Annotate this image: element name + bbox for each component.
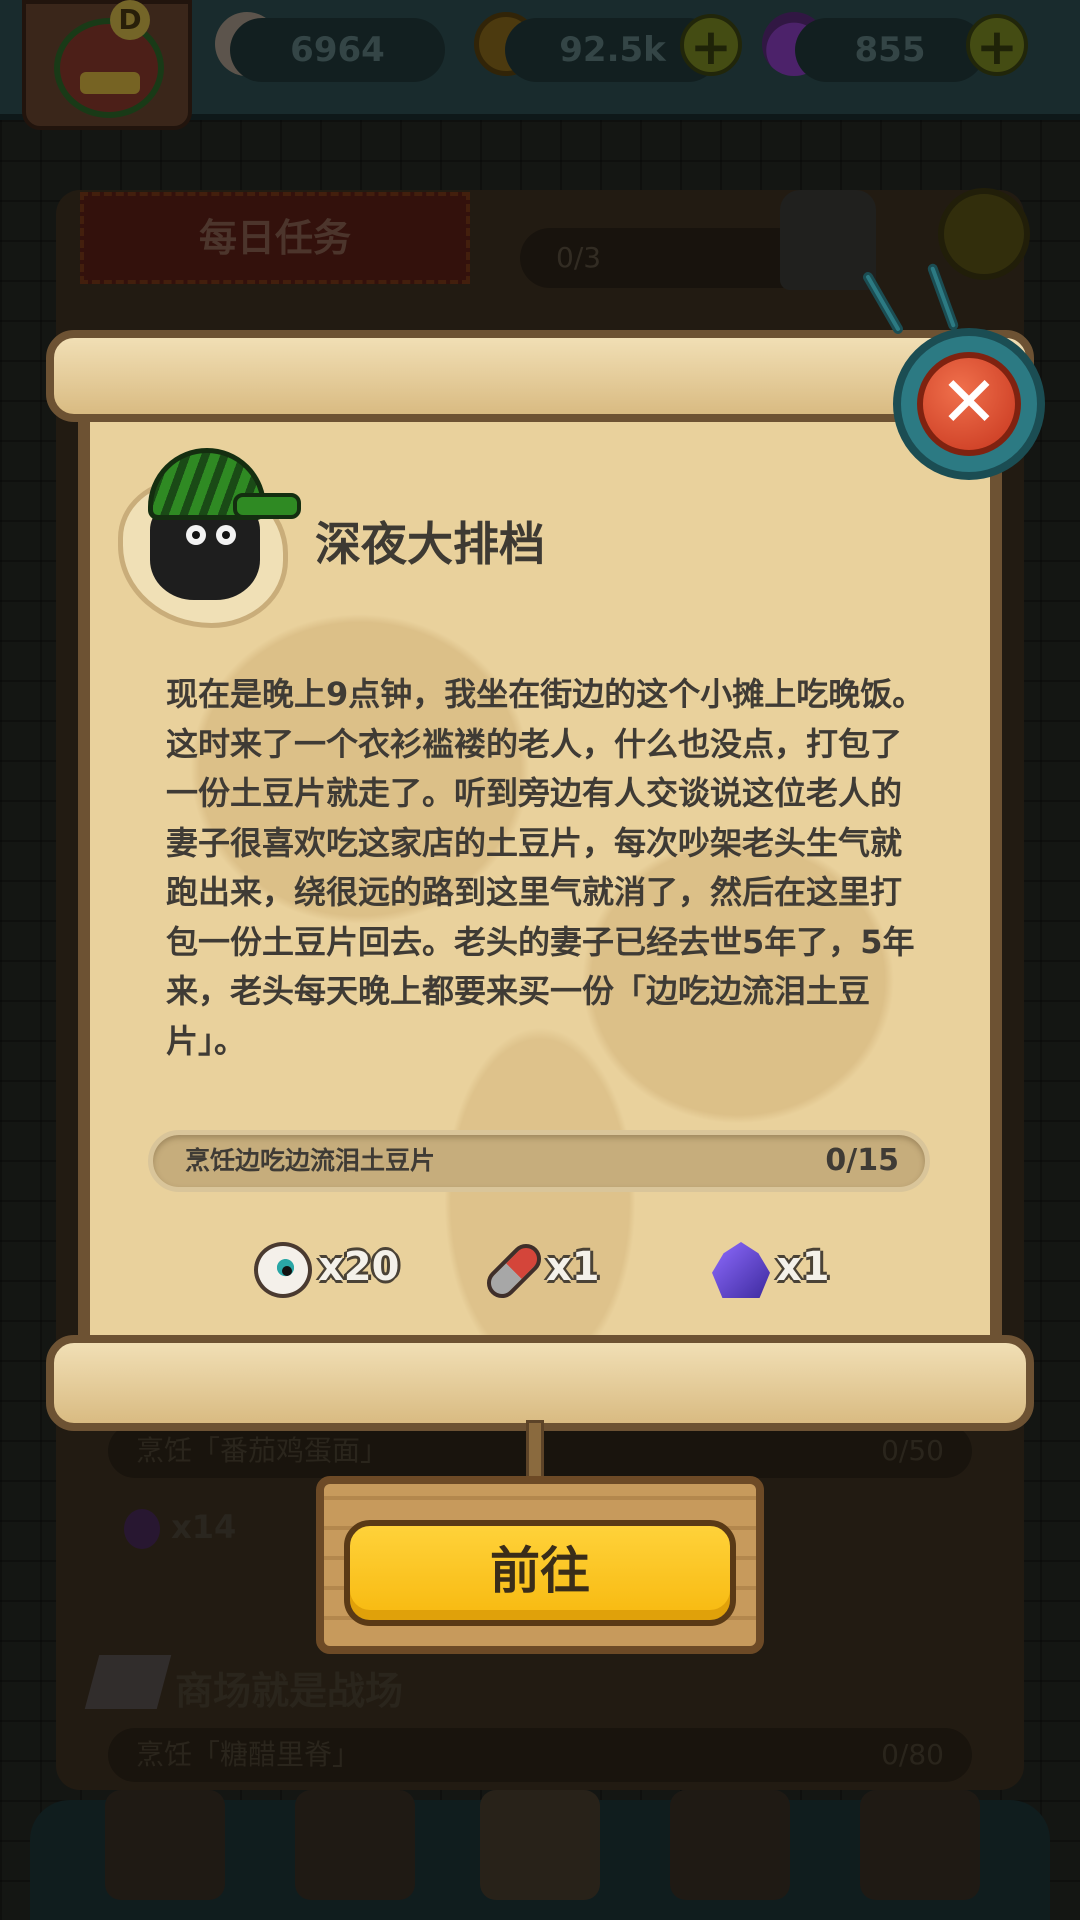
reward-count: x1	[776, 1244, 830, 1290]
task-label: 烹饪边吃边流泪土豆片	[185, 1146, 436, 1175]
close-button[interactable]: ✕	[917, 352, 1021, 456]
scroll-bottom-roll	[46, 1335, 1034, 1431]
dialog-title: 深夜大排档	[315, 517, 545, 571]
story-text: 现在是晚上9点钟，我坐在街边的这个小摊上吃晚饭。这时来了一个衣衫褴褛的老人，什么…	[166, 675, 925, 1060]
go-button[interactable]: 前往	[344, 1520, 736, 1626]
task-progress: 0/15	[825, 1143, 899, 1178]
eyeball-icon	[254, 1242, 312, 1298]
eye-icon	[216, 525, 236, 545]
reward-count: x1	[546, 1244, 600, 1290]
task-progress-bar: 烹饪边吃边流泪土豆片 0/15	[148, 1130, 930, 1192]
eye-icon	[186, 525, 206, 545]
reward-count: x20	[318, 1244, 400, 1290]
scroll-top-roll	[46, 330, 1034, 422]
